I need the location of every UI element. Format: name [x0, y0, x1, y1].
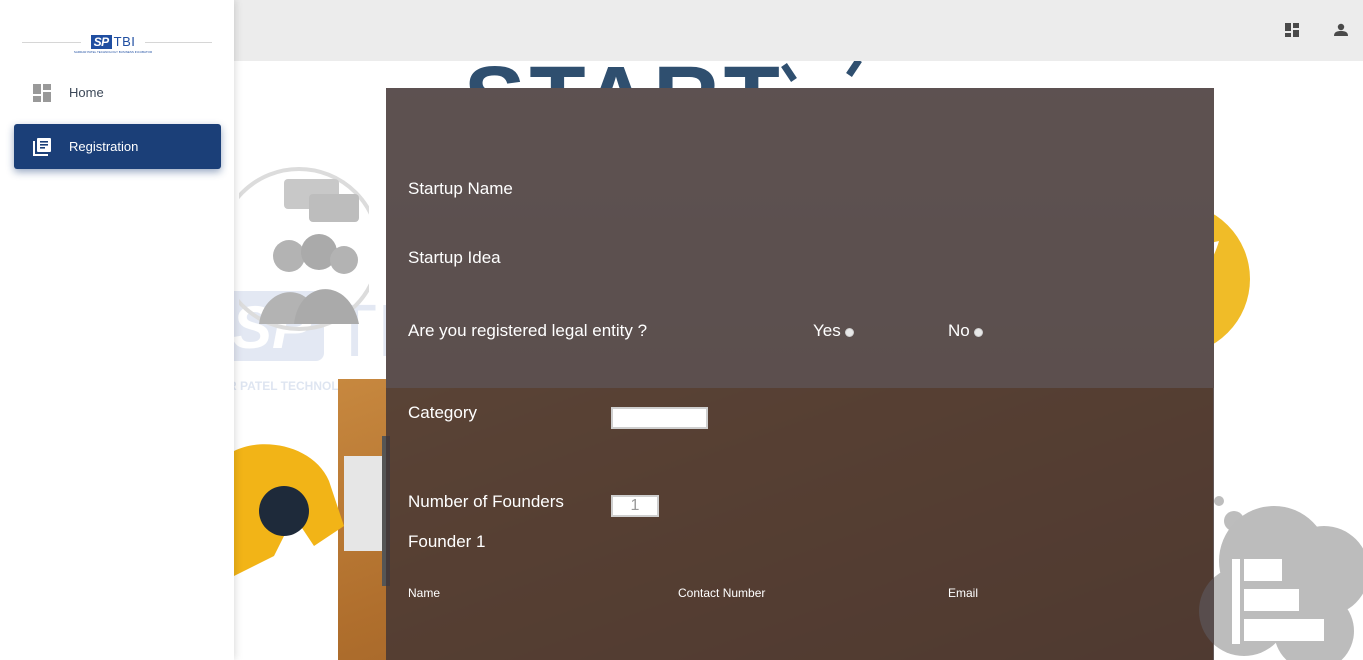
radio-circle-icon: [844, 327, 854, 337]
people-chat-icon: [234, 164, 381, 339]
logo-box: SP TBI SARDAR PATEL TECHNOLOGY BUSINESS …: [74, 34, 152, 55]
sidebar-item-registration[interactable]: Registration: [14, 124, 221, 169]
registered-no-label: No: [948, 321, 970, 340]
registered-entity-label: Are you registered legal entity ?: [408, 321, 648, 340]
category-label: Category: [408, 403, 477, 422]
logo-mark: SP TBI: [90, 34, 136, 49]
category-select[interactable]: [611, 407, 708, 429]
startup-idea-label: Startup Idea: [408, 248, 501, 267]
sidebar-item-registration-label: Registration: [69, 139, 139, 154]
logo-mark-sp: SP: [90, 35, 112, 49]
logo-mark-tbi: TBI: [113, 34, 136, 49]
library-books-icon: [32, 137, 52, 157]
person-icon[interactable]: [1331, 20, 1351, 40]
radio-circle-icon: [973, 327, 983, 337]
registration-form: Startup Name Startup Idea Are you regist…: [386, 88, 1214, 660]
registered-no-radio[interactable]: No: [948, 321, 983, 341]
founder-contact-column-label: Contact Number: [678, 586, 766, 600]
logo[interactable]: SP TBI SARDAR PATEL TECHNOLOGY BUSINESS …: [22, 30, 212, 56]
startup-name-label: Startup Name: [408, 179, 513, 198]
logo-tagline: SARDAR PATEL TECHNOLOGY BUSINESS INCUBAT…: [73, 50, 153, 54]
number-of-founders-label: Number of Founders: [408, 492, 564, 511]
sidebar: SP TBI SARDAR PATEL TECHNOLOGY BUSINESS …: [0, 0, 234, 660]
person-with-laptop-illustration: [234, 436, 399, 616]
sidebar-item-home-label: Home: [69, 85, 104, 100]
number-of-founders-input[interactable]: 1: [611, 495, 659, 517]
sidebar-item-home[interactable]: Home: [14, 70, 221, 115]
registered-yes-label: Yes: [813, 321, 841, 340]
founder-1-heading: Founder 1: [408, 532, 486, 551]
founder-name-column-label: Name: [408, 586, 441, 600]
dashboard-icon: [32, 83, 52, 103]
founder-email-column-label: Email: [948, 586, 979, 600]
top-navbar: [234, 0, 1363, 61]
dashboard-icon[interactable]: [1282, 20, 1302, 40]
registered-yes-radio[interactable]: Yes: [813, 321, 854, 341]
